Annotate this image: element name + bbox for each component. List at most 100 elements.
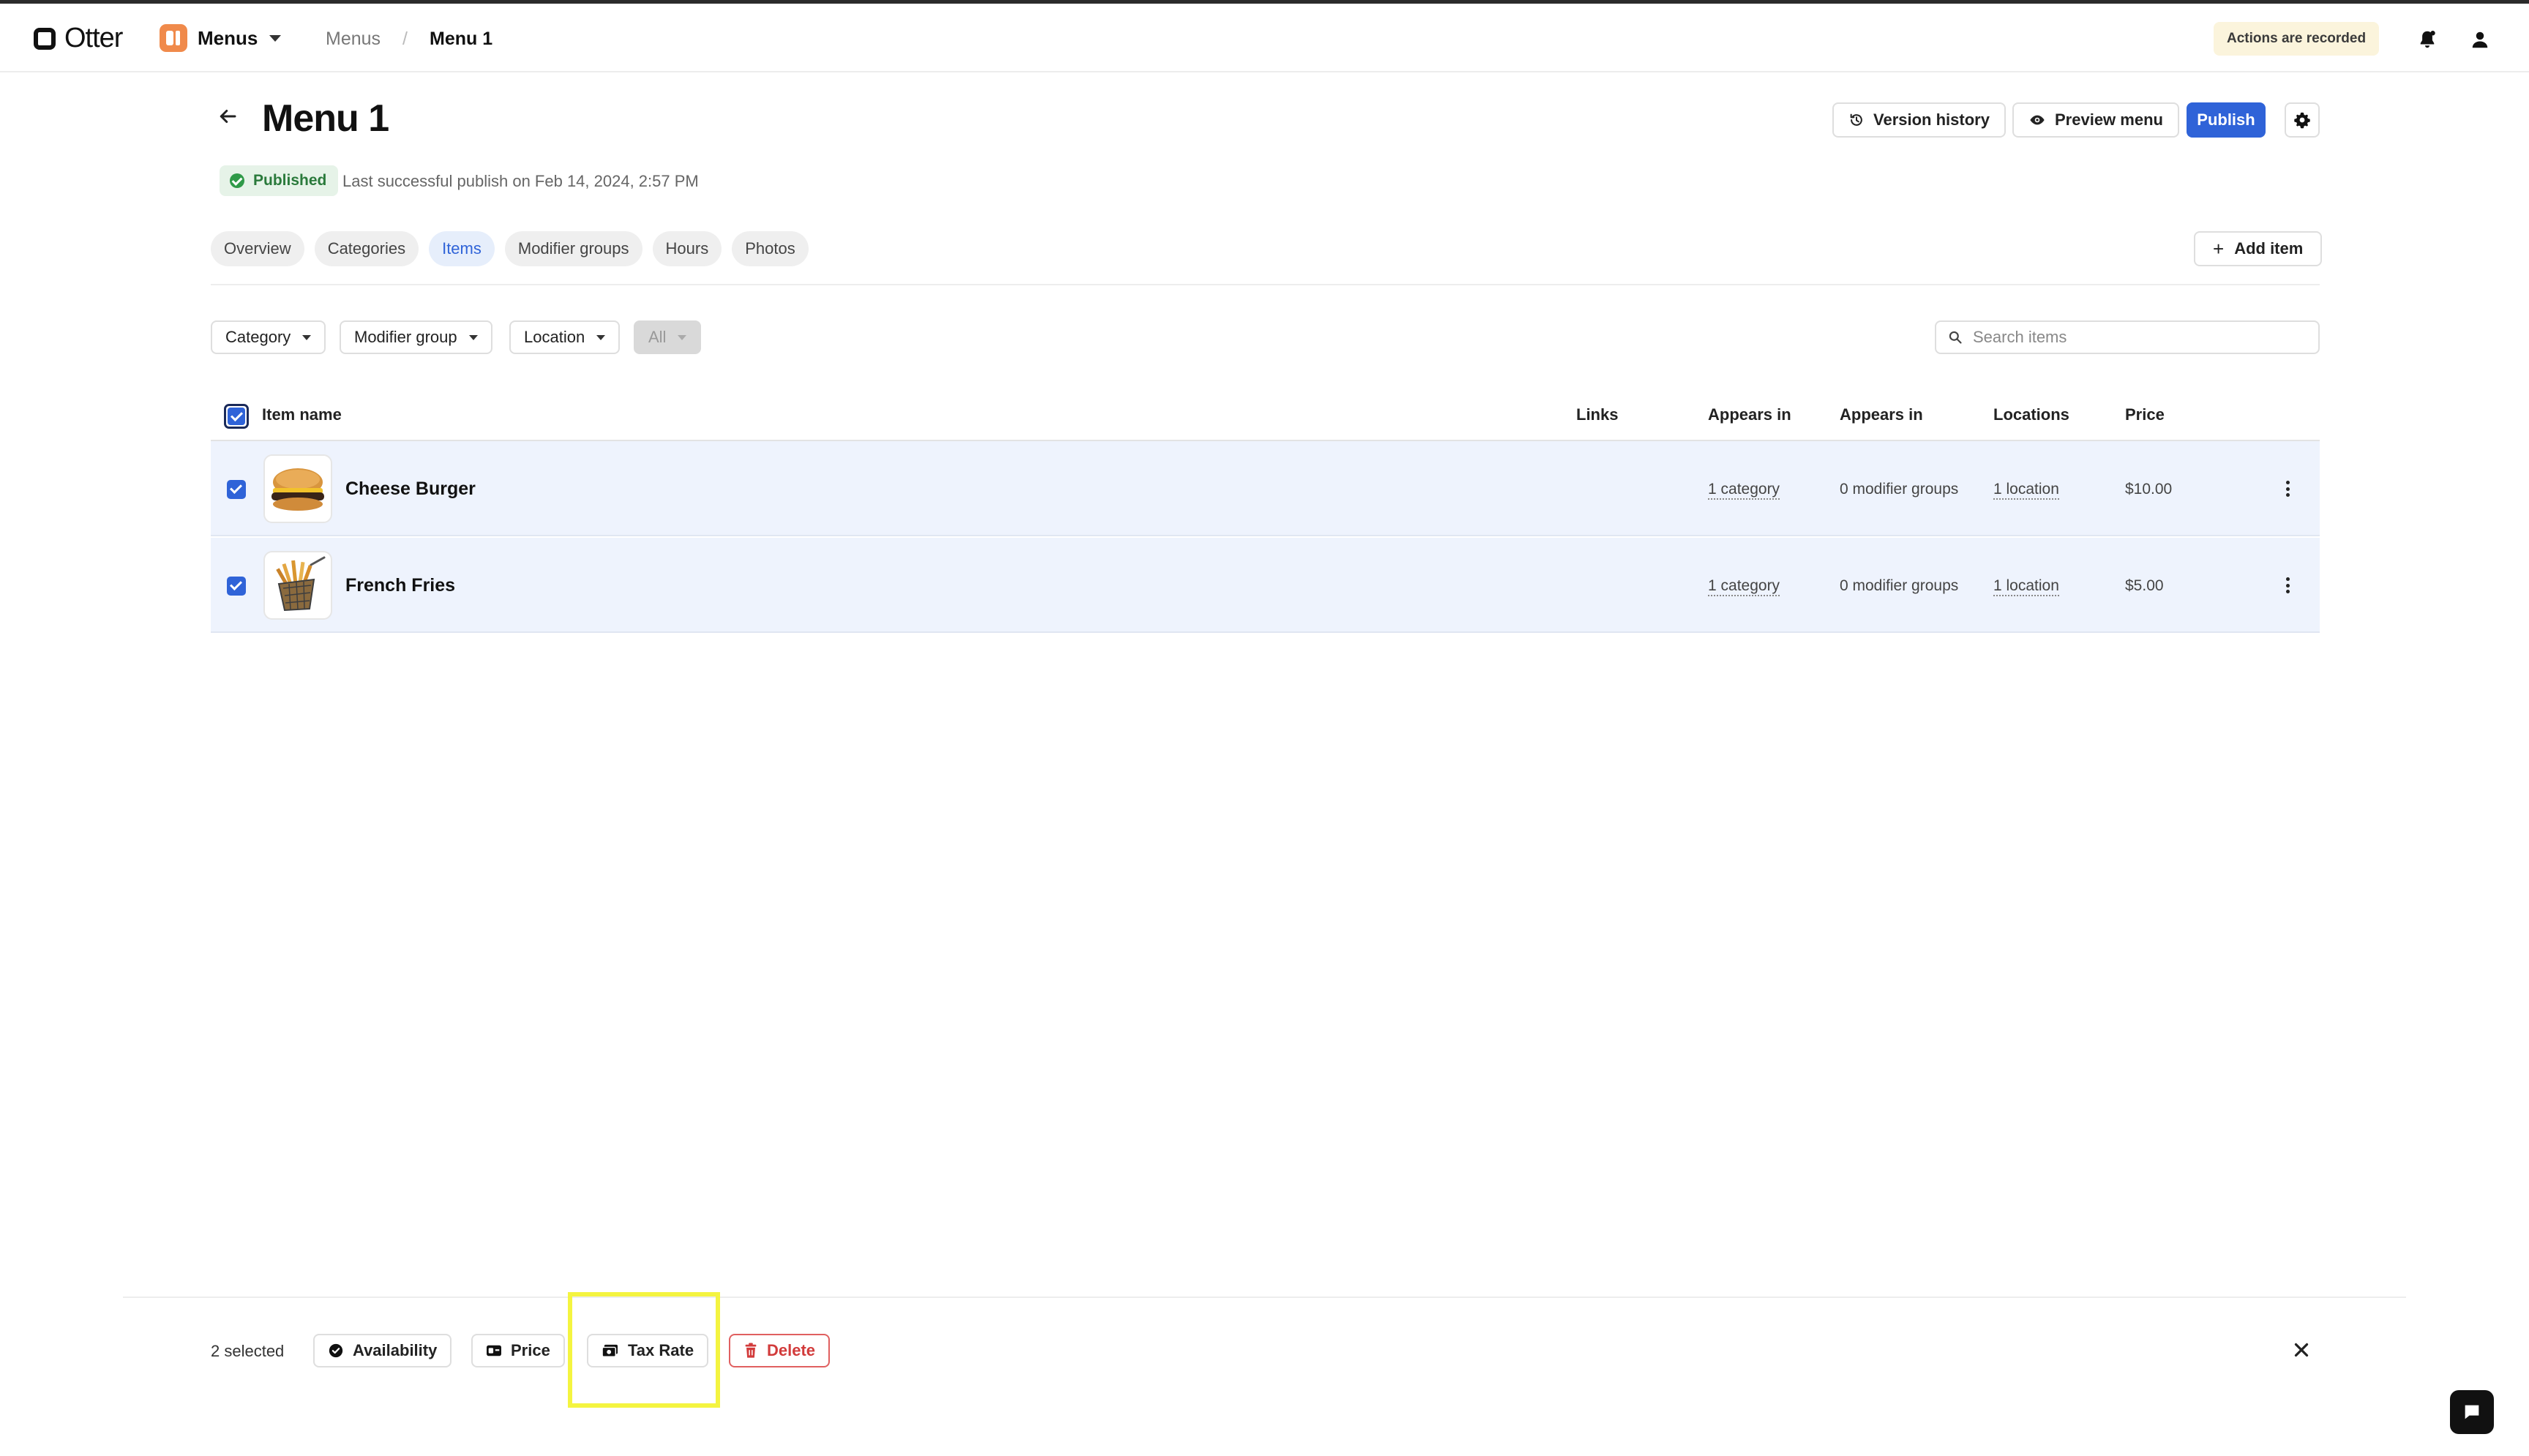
eye-icon (2030, 115, 2045, 125)
cheese-burger-image (271, 468, 324, 511)
status-badge: Published (220, 165, 339, 196)
row-checkbox[interactable] (227, 480, 246, 499)
location-filter[interactable]: Location (509, 320, 621, 354)
preview-menu-button[interactable]: Preview menu (2012, 102, 2179, 138)
chat-support-button[interactable] (2450, 1390, 2494, 1434)
item-price: $5.00 (2125, 577, 2164, 594)
chevron-down-icon (269, 34, 282, 42)
item-categories-link[interactable]: 1 category (1708, 481, 1780, 500)
availability-label: Availability (353, 1341, 438, 1359)
select-all-checkbox[interactable] (224, 404, 249, 429)
modifier-group-filter-label: Modifier group (354, 328, 457, 346)
item-name[interactable]: French Fries (345, 575, 455, 596)
breadcrumb-menus[interactable]: Menus (326, 29, 381, 50)
top-bar: Otter Menus Menus / Menu 1 Actions are r… (0, 4, 2529, 72)
french-fries-image (276, 556, 326, 612)
row-more-options-icon[interactable] (2279, 574, 2296, 596)
price-tag-icon (487, 1345, 501, 1356)
modifier-group-filter[interactable]: Modifier group (340, 320, 492, 354)
status-label: Published (253, 172, 327, 189)
delete-label: Delete (767, 1341, 816, 1359)
column-header-appears-in-categories: Appears in (1708, 405, 1791, 424)
item-name[interactable]: Cheese Burger (345, 479, 476, 500)
availability-check-icon (329, 1343, 343, 1358)
location-value-filter: All (634, 320, 702, 354)
add-item-label: Add item (2234, 239, 2304, 258)
column-header-links: Links (1576, 405, 1619, 424)
tab-photos[interactable]: Photos (732, 231, 809, 266)
category-filter-label: Category (225, 328, 291, 346)
search-icon (1949, 331, 1962, 344)
tab-overview[interactable]: Overview (211, 231, 304, 266)
settings-button[interactable] (2285, 102, 2320, 138)
version-history-label: Version history (1873, 110, 1990, 129)
caret-down-icon (468, 334, 478, 340)
delete-button[interactable]: Delete (729, 1334, 831, 1367)
item-locations-link[interactable]: 1 location (1993, 577, 2059, 596)
item-categories-link[interactable]: 1 category (1708, 577, 1780, 596)
item-thumbnail (263, 454, 332, 523)
gear-icon (2294, 112, 2310, 129)
menu-tabs: Overview Categories Items Modifier group… (211, 231, 819, 266)
table-row[interactable]: Cheese Burger 1 category 0 modifier grou… (211, 441, 2320, 536)
action-bar-divider (123, 1296, 2406, 1298)
plus-icon: + (2213, 237, 2225, 260)
back-arrow-icon[interactable] (217, 105, 239, 127)
user-profile-icon[interactable] (2469, 29, 2491, 50)
tax-rate-icon (602, 1344, 618, 1357)
tax-rate-button[interactable]: Tax Rate (587, 1334, 709, 1367)
tab-hours[interactable]: Hours (652, 231, 722, 266)
notification-bell-icon[interactable] (2416, 29, 2438, 50)
item-modifier-groups: 0 modifier groups (1840, 481, 1959, 498)
tab-categories[interactable]: Categories (314, 231, 419, 266)
item-locations-link[interactable]: 1 location (1993, 481, 2059, 500)
row-more-options-icon[interactable] (2279, 478, 2296, 500)
category-filter[interactable]: Category (211, 320, 326, 354)
version-history-button[interactable]: Version history (1832, 102, 2006, 138)
breadcrumb-separator: / (402, 29, 408, 49)
table-row[interactable]: French Fries 1 category 0 modifier group… (211, 538, 2320, 633)
otter-logo-icon (34, 27, 56, 50)
caret-down-icon (302, 334, 312, 340)
tab-items[interactable]: Items (429, 231, 495, 266)
caret-down-icon (678, 334, 687, 340)
item-modifier-groups: 0 modifier groups (1840, 577, 1959, 594)
tax-rate-label: Tax Rate (628, 1341, 694, 1359)
divider (211, 284, 2320, 285)
logo-text: Otter (64, 23, 123, 53)
location-value-label: All (648, 328, 667, 346)
check-circle-icon (230, 173, 244, 188)
add-item-button[interactable]: + Add item (2194, 231, 2323, 266)
actions-recorded-badge: Actions are recorded (2214, 22, 2380, 56)
app-name: Menus (198, 26, 258, 49)
preview-menu-label: Preview menu (2055, 110, 2163, 129)
column-header-price: Price (2125, 405, 2165, 424)
checkbox-checked-icon (228, 408, 245, 425)
chat-icon (2465, 1405, 2479, 1419)
last-publish-note: Last successful publish on Feb 14, 2024,… (342, 172, 699, 190)
page-title: Menu 1 (262, 97, 389, 140)
trash-icon (745, 1343, 757, 1358)
search-input[interactable] (1973, 328, 2295, 347)
breadcrumb: Menus / Menu 1 (326, 29, 492, 50)
selected-count: 2 selected (211, 1342, 285, 1360)
otter-logo[interactable]: Otter (34, 23, 123, 54)
price-label: Price (511, 1341, 550, 1359)
caret-down-icon (596, 334, 606, 340)
location-filter-label: Location (524, 328, 585, 346)
row-checkbox[interactable] (227, 577, 246, 596)
tab-modifier-groups[interactable]: Modifier groups (504, 231, 642, 266)
column-header-item-name[interactable]: Item name (262, 405, 342, 424)
column-header-locations: Locations (1993, 405, 2069, 424)
menus-app-icon (160, 24, 187, 52)
app-switcher[interactable]: Menus (160, 24, 282, 52)
close-icon[interactable] (2290, 1339, 2312, 1361)
item-price: $10.00 (2125, 481, 2173, 498)
price-button[interactable]: Price (471, 1334, 565, 1367)
item-thumbnail (263, 551, 332, 620)
search-box (1935, 320, 2320, 354)
availability-button[interactable]: Availability (313, 1334, 452, 1367)
column-header-appears-in-modifiers: Appears in (1840, 405, 1923, 424)
publish-button[interactable]: Publish (2187, 102, 2266, 138)
history-icon (1850, 113, 1862, 126)
